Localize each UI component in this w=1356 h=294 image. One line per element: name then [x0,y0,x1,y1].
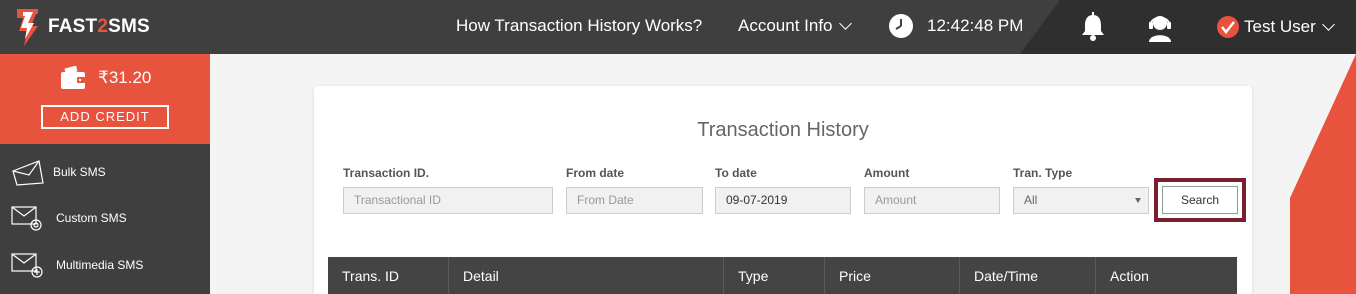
sidebar-item-label: Multimedia SMS [56,258,144,272]
column-header-trans-id[interactable]: Trans. ID [328,257,449,294]
sidebar-item-label: Custom SMS [56,211,127,225]
account-info-label: Account Info [738,16,833,35]
how-it-works-link[interactable]: How Transaction History Works? [456,16,702,36]
clock-icon [889,14,913,38]
from-date-label: From date [566,166,625,180]
envelope-gear-icon [11,206,42,231]
column-header-action[interactable]: Action [1096,257,1237,294]
transaction-id-input[interactable]: Transactional ID [343,187,553,214]
search-button[interactable]: Search [1162,186,1238,214]
envelope-icon [12,160,44,186]
wallet-icon [61,66,85,89]
wallet-balance-row: ₹31.20 [60,66,151,90]
sidebar-item-custom-sms[interactable]: Custom SMS [0,195,210,241]
decorative-accent [1290,54,1356,294]
add-credit-button[interactable]: ADD CREDIT [41,105,169,129]
bell-icon[interactable] [1080,12,1106,42]
tran-type-select[interactable]: All [1013,187,1149,214]
tran-type-label: Tran. Type [1013,166,1073,180]
to-date-field: To date 09-07-2019 [715,166,851,214]
column-header-detail[interactable]: Detail [449,257,724,294]
chevron-down-icon [1321,18,1335,31]
transactions-table-header: Trans. ID Detail Type Price Date/Time Ac… [328,257,1237,294]
user-name: Test User [1244,17,1316,36]
to-date-input[interactable]: 09-07-2019 [715,187,851,214]
from-date-field: From date From Date [566,166,703,214]
envelope-plus-icon [11,253,43,278]
amount-field: Amount Amount [864,166,1000,214]
transaction-history-card: Transaction History Transaction ID. Tran… [314,86,1252,294]
column-header-price[interactable]: Price [825,257,960,294]
user-menu[interactable]: Test User [1216,15,1335,39]
amount-label: Amount [864,166,910,180]
chevron-down-icon [838,17,852,30]
lightning-logo-icon [17,9,38,46]
sidebar-item-multimedia-sms[interactable]: Multimedia SMS [0,242,210,288]
tran-type-value: All [1024,193,1038,207]
column-header-date-time[interactable]: Date/Time [960,257,1096,294]
account-info-menu[interactable]: Account Info [738,16,852,36]
from-date-input[interactable]: From Date [566,187,703,214]
sidebar-item-bulk-sms[interactable]: Bulk SMS [0,149,210,195]
transaction-id-label: Transaction ID. [343,166,430,180]
wallet-balance: ₹31.20 [98,68,152,87]
support-headset-icon[interactable] [1147,12,1173,42]
brand-logo[interactable]: FAST2SMS [14,6,150,48]
wallet-panel: ₹31.20 ADD CREDIT [0,54,210,144]
tran-type-field: Tran. Type All [1013,166,1149,214]
top-navbar: FAST2SMS How Transaction History Works? … [0,0,1356,54]
column-header-type[interactable]: Type [724,257,825,294]
clock-display: 12:42:48 PM [888,13,1023,39]
brand-name: FAST2SMS [48,16,150,37]
dropdown-arrow-icon [1135,198,1141,203]
search-highlight-frame: Search [1154,178,1246,222]
transaction-id-field: Transaction ID. Transactional ID [343,166,553,214]
amount-input[interactable]: Amount [864,187,1000,214]
to-date-label: To date [715,166,757,180]
current-time: 12:42:48 PM [927,16,1024,35]
sidebar-item-label: Bulk SMS [53,165,106,179]
sidebar: ₹31.20 ADD CREDIT Bulk SMS Custom SMS Mu… [0,54,210,294]
page-title: Transaction History [697,119,869,141]
verified-check-icon [1217,16,1239,38]
